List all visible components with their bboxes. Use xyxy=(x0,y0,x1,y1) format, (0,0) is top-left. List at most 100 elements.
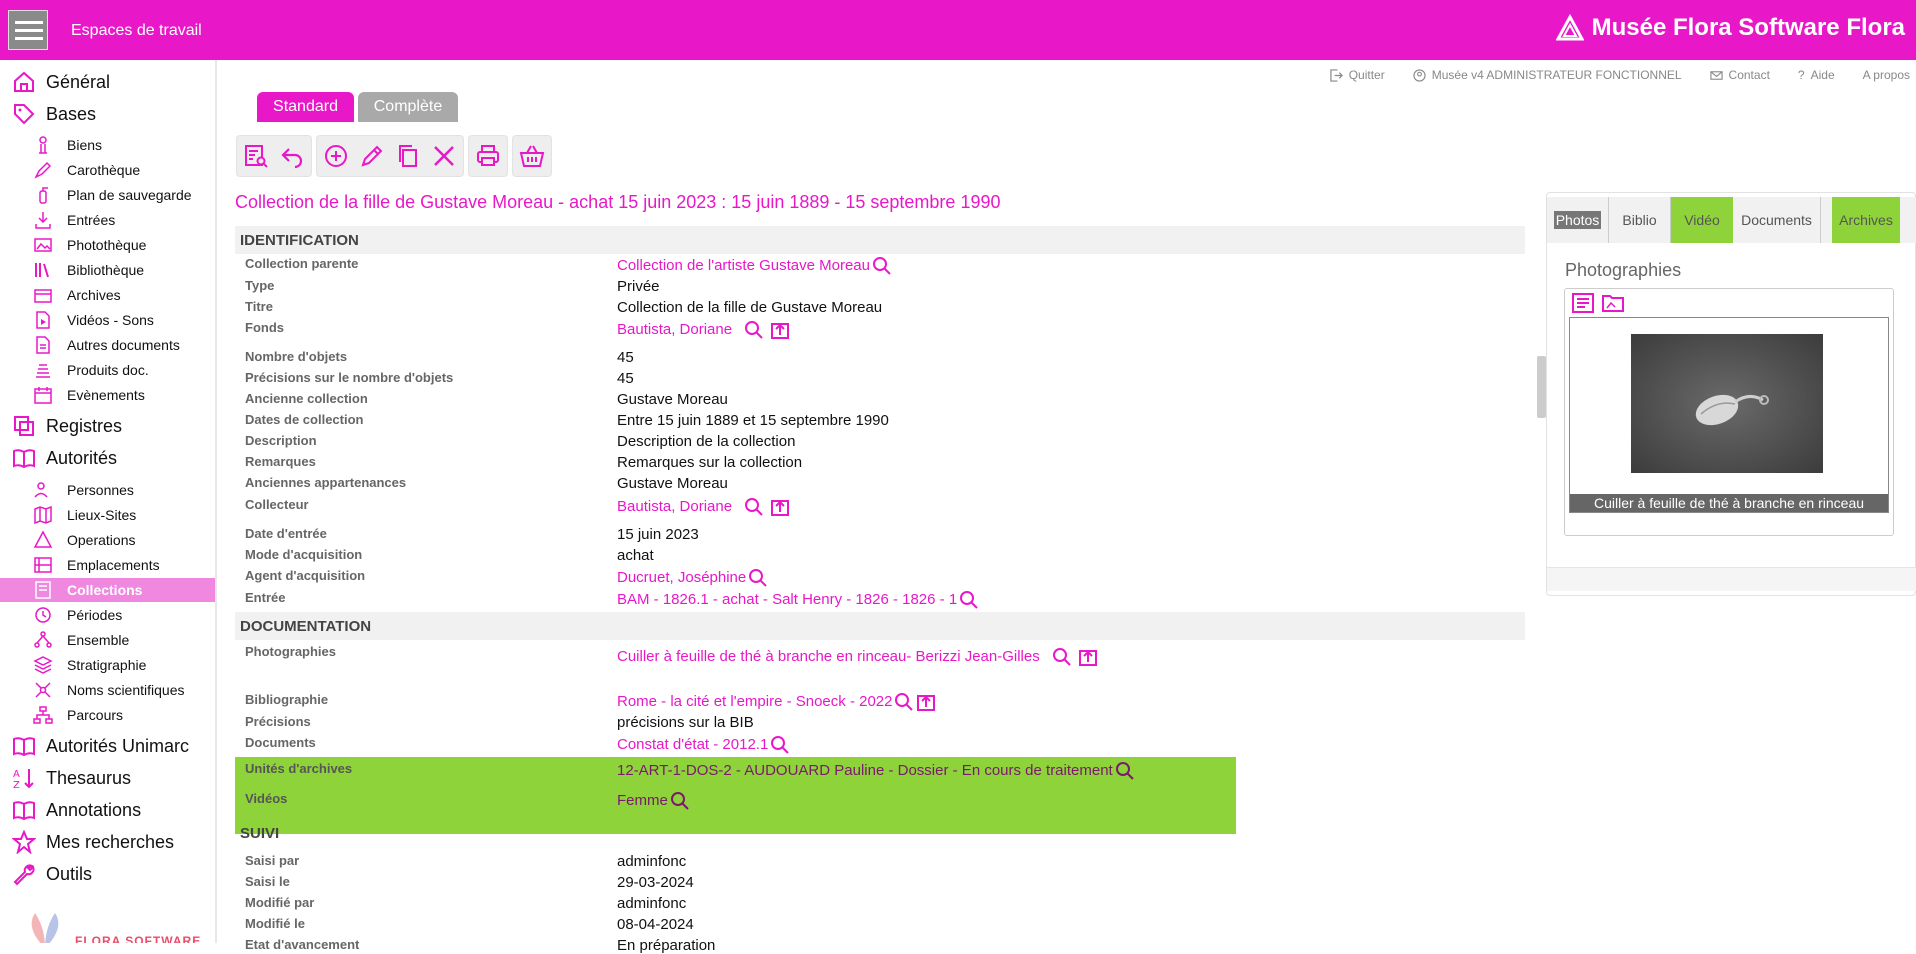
field-value: 29-03-2024 xyxy=(617,874,694,891)
folder-image-icon[interactable] xyxy=(1601,291,1625,315)
back-button[interactable] xyxy=(277,141,307,171)
sidebar-item-phototheque[interactable]: Photothèque xyxy=(0,233,215,257)
plus-circle-icon xyxy=(325,145,347,167)
tab-photos[interactable]: Photos xyxy=(1547,197,1609,243)
sidebar-item-plan-sauvegarde[interactable]: Plan de sauvegarde xyxy=(0,183,215,207)
nav-general[interactable]: Général xyxy=(0,67,215,97)
nav-thesaurus-label: Thesaurus xyxy=(46,767,132,788)
field-label: Collecteur xyxy=(245,497,309,512)
image-icon xyxy=(33,235,53,255)
nav-autorites-unimarc[interactable]: Autorités Unimarc xyxy=(0,731,215,761)
media-heading: Photographies xyxy=(1565,260,1682,280)
print-button[interactable] xyxy=(473,141,503,171)
flora-software-logo: FLORA SOFTWARE xyxy=(20,908,210,943)
duplicate-button[interactable] xyxy=(393,141,423,171)
panel-splitter-handle[interactable] xyxy=(1537,356,1546,418)
sidebar-item-videos-sons[interactable]: Vidéos - Sons xyxy=(0,308,215,332)
search-icon[interactable] xyxy=(748,568,768,588)
user-link[interactable]: Musée v4 ADMINISTRATEUR FONCTIONNEL xyxy=(1413,68,1682,82)
photo-thumbnail[interactable]: Cuiller à feuille de thé à branche en ri… xyxy=(1569,317,1889,513)
contact-link[interactable]: Contact xyxy=(1709,68,1770,82)
open-external-icon[interactable] xyxy=(770,497,790,517)
search-icon[interactable] xyxy=(744,497,764,517)
workspaces-label[interactable]: Espaces de travail xyxy=(71,22,202,40)
tab-archives[interactable]: Archives xyxy=(1832,197,1900,243)
nav-outils-label: Outils xyxy=(46,863,93,884)
field-value-link[interactable]: Constat d'état - 2012.1 xyxy=(617,735,790,755)
sidebar-item-emplacements[interactable]: Emplacements xyxy=(0,553,215,577)
search-icon[interactable] xyxy=(744,320,764,340)
field-value-link[interactable]: Ducruet, Joséphine xyxy=(617,568,768,588)
nav-bases[interactable]: Bases xyxy=(0,99,215,129)
field-value-link[interactable]: Bautista, Doriane xyxy=(617,497,790,517)
edit-button[interactable] xyxy=(357,141,387,171)
about-link[interactable]: A propos xyxy=(1863,68,1910,82)
sidebar-item-operations[interactable]: Operations xyxy=(0,528,215,552)
sidebar-item-ensemble[interactable]: Ensemble xyxy=(0,628,215,652)
sidebar-item-biens[interactable]: Biens xyxy=(0,133,215,157)
search-icon[interactable] xyxy=(1052,647,1072,667)
field-value-link[interactable]: Femme xyxy=(617,791,690,811)
sidebar-item-entrees[interactable]: Entrées xyxy=(0,208,215,232)
sidebar-item-collections[interactable]: Collections xyxy=(0,578,215,602)
sidebar-item-produits-doc[interactable]: Produits doc. xyxy=(0,358,215,382)
add-button[interactable] xyxy=(321,141,351,171)
sidebar-item-carotheque[interactable]: Carothèque xyxy=(0,158,215,182)
search-icon[interactable] xyxy=(959,590,979,610)
sidebar-item-personnes[interactable]: Personnes xyxy=(0,478,215,502)
sidebar-item-stratigraphie[interactable]: Stratigraphie xyxy=(0,653,215,677)
field-value-link[interactable]: BAM - 1826.1 - achat - Salt Henry - 1826… xyxy=(617,590,979,610)
search-icon[interactable] xyxy=(872,256,892,276)
tab-standard[interactable]: Standard xyxy=(257,92,354,122)
tab-video[interactable]: Vidéo xyxy=(1671,197,1733,243)
about-label: A propos xyxy=(1862,68,1910,82)
open-external-icon[interactable] xyxy=(916,692,936,712)
open-external-icon[interactable] xyxy=(1078,647,1098,667)
field-value-link[interactable]: Rome - la cité et l'empire - Snoeck - 20… xyxy=(617,692,936,712)
sidebar-item-label: Personnes xyxy=(67,482,134,498)
delete-button[interactable] xyxy=(429,141,459,171)
search-icon[interactable] xyxy=(670,791,690,811)
media-tabs: Photos Biblio Vidéo Documents Archives xyxy=(1547,197,1916,243)
tab-complete[interactable]: Complète xyxy=(358,92,458,122)
quit-link[interactable]: Quitter xyxy=(1330,68,1385,82)
search-icon[interactable] xyxy=(894,692,914,712)
nav-annotations[interactable]: Annotations xyxy=(0,795,215,825)
nav-autorites[interactable]: Autorités xyxy=(0,443,215,473)
field-value-link[interactable]: 12-ART-1-DOS-2 - AUDOUARD Pauline - Doss… xyxy=(617,761,1135,781)
sidebar-item-noms-scientifiques[interactable]: Noms scientifiques xyxy=(0,678,215,702)
sidebar-item-evenements[interactable]: Evènements xyxy=(0,383,215,407)
link-text: Ducruet, Joséphine xyxy=(617,568,747,586)
basket-button[interactable] xyxy=(517,141,547,171)
sidebar-item-archives[interactable]: Archives xyxy=(0,283,215,307)
nav-thesaurus[interactable]: AZ Thesaurus xyxy=(0,763,215,793)
field-value-link[interactable]: Cuiller à feuille de thé à branche en ri… xyxy=(617,647,1098,667)
toolbar-group-edit xyxy=(316,135,464,177)
tab-biblio[interactable]: Biblio xyxy=(1609,197,1671,243)
field-value-link[interactable]: Bautista, Doriane xyxy=(617,320,790,340)
nav-annotations-label: Annotations xyxy=(46,799,142,820)
list-view-icon[interactable] xyxy=(1571,291,1595,315)
nav-registres[interactable]: Registres xyxy=(0,411,215,441)
help-link[interactable]: ? Aide xyxy=(1798,68,1835,82)
sidebar-item-lieux-sites[interactable]: Lieux-Sites xyxy=(0,503,215,527)
wrench-icon xyxy=(12,862,36,886)
menu-icon[interactable] xyxy=(8,10,48,50)
layers-icon xyxy=(33,655,53,675)
search-icon[interactable] xyxy=(1115,761,1135,781)
sidebar-item-periodes[interactable]: Périodes xyxy=(0,603,215,627)
search-icon[interactable] xyxy=(770,735,790,755)
nav-mes-recherches[interactable]: Mes recherches xyxy=(0,827,215,857)
field-value-link[interactable]: Collection de l'artiste Gustave Moreau xyxy=(617,256,892,276)
sidebar-item-autres-documents[interactable]: Autres documents xyxy=(0,333,215,357)
open-external-icon[interactable] xyxy=(770,320,790,340)
tab-documents[interactable]: Documents xyxy=(1733,197,1821,243)
nav-outils[interactable]: Outils xyxy=(0,859,215,889)
nav-bases-label: Bases xyxy=(46,103,97,124)
sidebar-item-bibliotheque[interactable]: Bibliothèque xyxy=(0,258,215,282)
svg-text:Z: Z xyxy=(13,780,20,790)
contact-label: Contact xyxy=(1728,68,1770,82)
sidebar-item-parcours[interactable]: Parcours xyxy=(0,703,215,727)
tab-label: Documents xyxy=(1741,212,1812,228)
list-results-button[interactable] xyxy=(241,141,271,171)
